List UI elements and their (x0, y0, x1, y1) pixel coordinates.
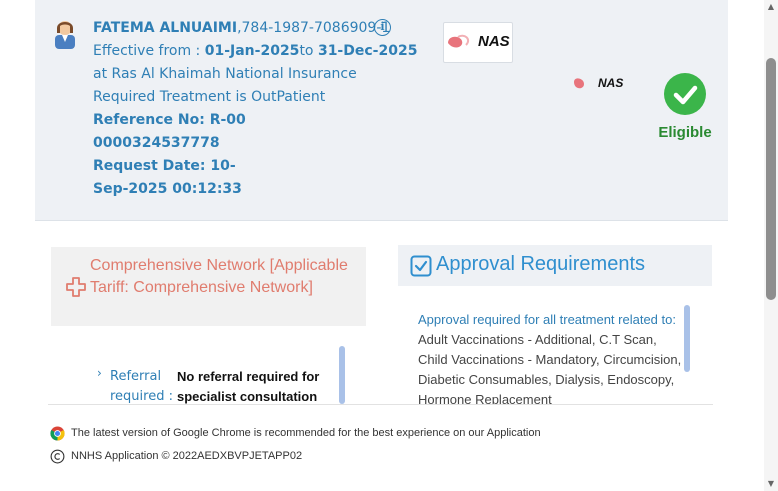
scroll-up-arrow-icon[interactable]: ▲ (766, 2, 776, 12)
insurer-logo-small: NAS (572, 74, 632, 92)
chevron-right-icon: › (97, 366, 102, 380)
member-name: FATEMA ALNUAIMI (93, 20, 238, 36)
effective-prefix: Effective from : (93, 43, 205, 59)
member-id: 784-1987-7086909-1 (241, 20, 391, 36)
nas-logo-mark-small-icon (574, 78, 584, 89)
effective-from: 01-Jan-2025 (204, 43, 300, 59)
copyright-text: NNHS Application © 2022AEDXBVPJETAPP02 (71, 450, 303, 462)
page-scrollbar-thumb[interactable] (766, 58, 776, 300)
member-info: FATEMA ALNUAIMI,784-1987-7086909-1 Effec… (93, 17, 417, 201)
approval-title: Approval Requirements (436, 253, 645, 275)
network-card: Comprehensive Network [Applicable Tariff… (51, 247, 366, 326)
info-icon[interactable]: i (374, 19, 391, 36)
eligibility-status: Eligible (658, 124, 712, 141)
footer-divider (48, 404, 713, 405)
logo-text-small: NAS (598, 76, 624, 90)
eligible-check-icon (664, 73, 706, 115)
checkmark-icon (673, 85, 698, 105)
checkbox-checked-icon (410, 255, 432, 277)
network-description: Comprehensive Network [Applicable Tariff… (90, 257, 348, 296)
referral-value: No referral required for specialist cons… (177, 369, 320, 404)
medical-cross-icon (66, 277, 86, 297)
copyright-icon (50, 449, 65, 464)
effective-to-word: to (299, 43, 318, 59)
chrome-icon (50, 426, 65, 441)
request-date: Request Date: 10-Sep-2025 00:12:33 (93, 158, 242, 197)
scroll-down-arrow-icon[interactable]: ▼ (766, 479, 776, 489)
insurer-line: at Ras Al Khaimah National Insurance (93, 66, 357, 82)
referral-label: Referral required : (110, 369, 173, 404)
user-avatar-icon (55, 21, 75, 49)
approval-scrollbar[interactable] (684, 305, 690, 372)
approval-intro: Approval required for all treatment rela… (418, 312, 676, 327)
chrome-note: The latest version of Google Chrome is r… (71, 427, 541, 439)
approval-items: Adult Vaccinations - Additional, C.T Sca… (418, 332, 682, 404)
reference-number: Reference No: R-000000324537778 (93, 112, 246, 151)
insurer-logo: NAS (443, 22, 513, 63)
approval-header: Approval Requirements (398, 245, 712, 286)
treatment-line: Required Treatment is OutPatient (93, 89, 326, 105)
effective-to: 31-Dec-2025 (317, 43, 418, 59)
referral-scrollbar[interactable] (339, 346, 345, 404)
approval-content-viewport: Approval required for all treatment rela… (398, 300, 708, 404)
logo-text: NAS (478, 33, 510, 50)
